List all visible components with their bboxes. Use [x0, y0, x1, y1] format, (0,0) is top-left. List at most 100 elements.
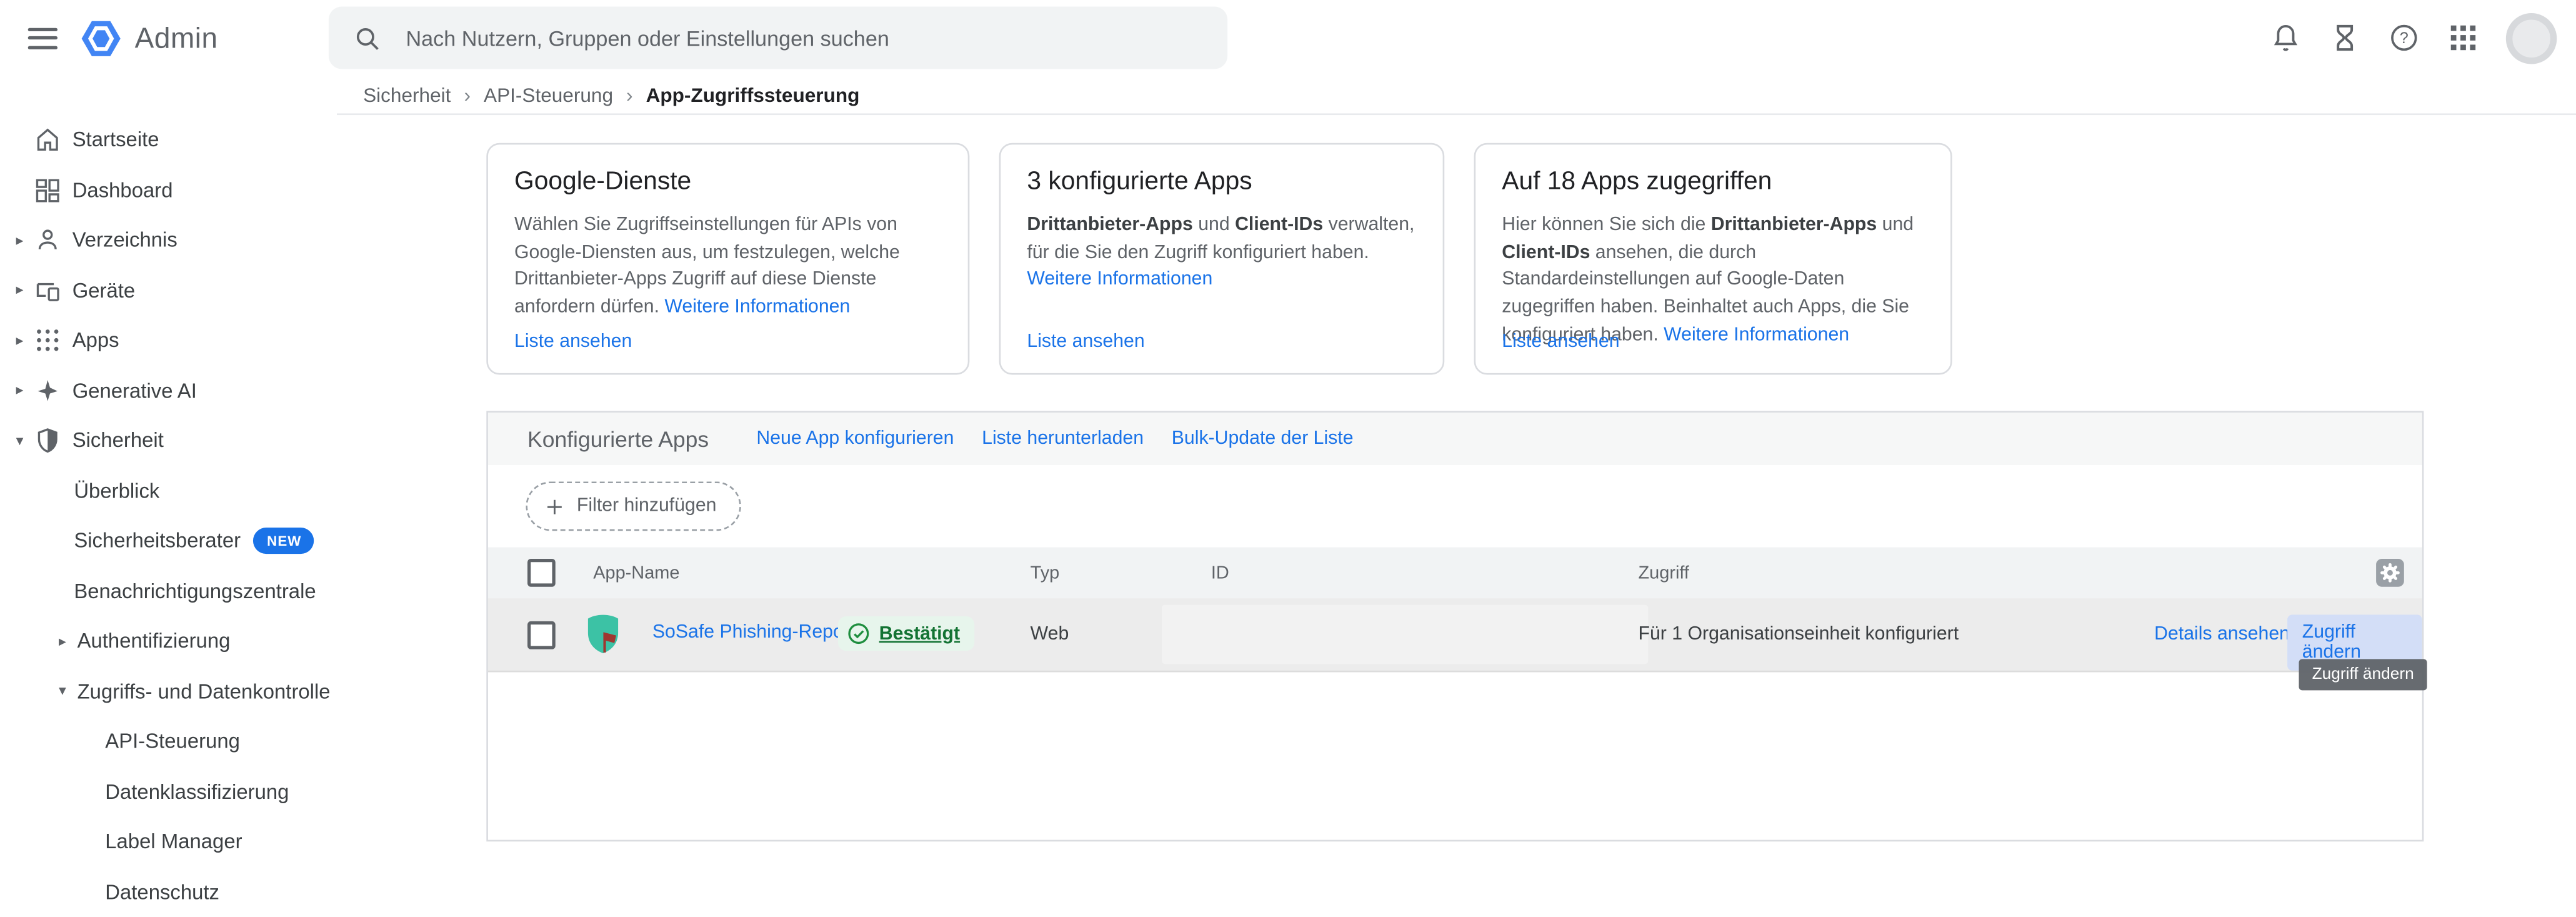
apps-icon	[33, 326, 62, 355]
top-app-bar: Admin	[0, 0, 2576, 76]
weitere-informationen-link[interactable]: Weitere Informationen	[664, 298, 850, 318]
sidebar-item-label-manager[interactable]: Label Manager	[0, 817, 337, 867]
sidebar-item-label: Benachrichtigungszentrale	[74, 580, 316, 603]
breadcrumb-separator: ›	[626, 83, 633, 106]
weitere-informationen-link[interactable]: Weitere Informationen	[1027, 270, 1212, 290]
plus-icon	[544, 496, 565, 517]
chevron-right-icon: ▸	[54, 633, 71, 651]
liste-ansehen-link[interactable]: Liste ansehen	[1502, 332, 1619, 352]
column-header-id: ID	[1211, 564, 1229, 584]
sidebar-item-zugriffs-und-datenkontrolle[interactable]: ▾ Zugriffs- und Datenkontrolle	[0, 666, 337, 716]
sidebar-item-generative-ai[interactable]: ▸ Generative AI	[0, 366, 337, 416]
neue-app-konfigurieren-link[interactable]: Neue App konfigurieren	[756, 429, 954, 449]
home-icon	[33, 125, 62, 154]
column-header-typ: Typ	[1031, 564, 1060, 584]
sidebar-item-startseite[interactable]: Startseite	[0, 115, 337, 165]
sidebar-item-label: Datenklassifizierung	[105, 780, 289, 803]
details-ansehen-link[interactable]: Details ansehen	[2154, 624, 2290, 644]
filter-row: Filter hinzufügen	[488, 465, 2422, 547]
sidebar-item-label: Authentifizierung	[77, 630, 231, 653]
sidebar-item-label: Geräte	[72, 279, 135, 302]
row-checkbox[interactable]	[527, 621, 556, 649]
select-all-checkbox[interactable]	[527, 559, 556, 587]
access-scope: Für 1 Organisationseinheit konfiguriert	[1639, 624, 1959, 644]
hourglass-icon[interactable]	[2329, 21, 2362, 54]
admin-logo[interactable]: Admin	[79, 16, 217, 60]
card-title: Google-Dienste	[514, 168, 942, 197]
summary-cards: Google-Dienste Wählen Sie Zugriffseinste…	[486, 143, 2576, 375]
sidebar-item-label: Startseite	[72, 129, 159, 152]
card-apps-zugegriffen: Auf 18 Apps zugegriffen Hier können Sie …	[1474, 143, 1952, 375]
topbar-actions: ?	[2269, 0, 2557, 76]
breadcrumb-separator: ›	[464, 83, 471, 106]
sidebar-item-datenklassifizierung[interactable]: Datenklassifizierung	[0, 767, 337, 817]
notifications-icon[interactable]	[2269, 21, 2302, 54]
chevron-right-icon: ▸	[11, 281, 27, 299]
gear-icon[interactable]	[2376, 559, 2404, 587]
weitere-informationen-link[interactable]: Weitere Informationen	[1664, 325, 1849, 345]
verified-check-icon	[846, 621, 871, 646]
breadcrumb-api-steuerung[interactable]: API-Steuerung	[484, 83, 613, 106]
liste-herunterladen-link[interactable]: Liste herunterladen	[982, 429, 1144, 449]
verified-badge[interactable]: Bestätigt	[838, 616, 975, 651]
configured-apps-table: Konfigurierte Apps Neue App konfiguriere…	[486, 411, 2424, 841]
table-header: App-Name Typ ID Zugriff	[488, 548, 2422, 599]
card-konfigurierte-apps: 3 konfigurierte Apps Drittanbieter-Apps …	[999, 143, 1445, 375]
page-title: App-Zugriffssteuerung	[646, 83, 860, 106]
sidebar-item-sicherheitsberater[interactable]: Sicherheitsberater NEW	[0, 516, 337, 566]
sidebar-item-label: Zugriffs- und Datenkontrolle	[77, 680, 331, 703]
product-name: Admin	[135, 21, 218, 55]
tooltip: Zugriff ändern	[2299, 659, 2427, 690]
chevron-down-icon: ▾	[11, 432, 27, 450]
sidebar-item-datenschutz[interactable]: Datenschutz	[0, 867, 337, 917]
search-icon	[353, 24, 381, 52]
column-header-zugriff: Zugriff	[1639, 564, 1689, 584]
chevron-right-icon: ▸	[11, 231, 27, 249]
sparkle-icon	[33, 376, 62, 405]
sidebar-item-label: API-Steuerung	[105, 730, 240, 753]
sidebar-item-benachrichtigungszentrale[interactable]: Benachrichtigungszentrale	[0, 566, 337, 616]
sidebar-item-geraete[interactable]: ▸ Geräte	[0, 266, 337, 316]
card-title: 3 konfigurierte Apps	[1027, 168, 1416, 197]
verified-label: Bestätigt	[879, 624, 960, 644]
card-google-dienste: Google-Dienste Wählen Sie Zugriffseinste…	[486, 143, 969, 375]
sidebar-item-apps[interactable]: ▸ Apps	[0, 316, 337, 366]
new-badge: NEW	[254, 528, 314, 554]
admin-hexagon-icon	[79, 16, 123, 60]
table-row: SoSafe Phishing-Reporting Bestätigt Web …	[488, 598, 2422, 672]
chevron-right-icon: ▸	[11, 331, 27, 349]
bulk-update-link[interactable]: Bulk-Update der Liste	[1172, 429, 1354, 449]
sidebar-item-label: Überblick	[74, 479, 159, 503]
sidebar-item-verzeichnis[interactable]: ▸ Verzeichnis	[0, 215, 337, 265]
add-filter-label: Filter hinzufügen	[577, 496, 717, 516]
sidebar-item-dashboard[interactable]: Dashboard	[0, 165, 337, 215]
liste-ansehen-link[interactable]: Liste ansehen	[514, 332, 632, 352]
sidebar-item-label: Apps	[72, 329, 119, 353]
sidebar-item-api-steuerung[interactable]: API-Steuerung	[0, 716, 337, 766]
sidebar-item-ueberblick[interactable]: Überblick	[0, 466, 337, 516]
search-input[interactable]	[402, 24, 1198, 52]
card-body: Hier können Sie sich die Drittanbieter-A…	[1502, 212, 1924, 349]
liste-ansehen-link[interactable]: Liste ansehen	[1027, 332, 1144, 352]
table-title: Konfigurierte Apps	[527, 426, 709, 451]
sidebar-item-authentifizierung[interactable]: ▸ Authentifizierung	[0, 616, 337, 666]
add-filter-button[interactable]: Filter hinzufügen	[526, 481, 741, 531]
devices-icon	[33, 276, 62, 305]
sidebar-item-label: Sicherheit	[72, 429, 164, 453]
chevron-right-icon: ▸	[11, 382, 27, 400]
breadcrumb-sicherheit[interactable]: Sicherheit	[363, 83, 451, 106]
sidebar-item-sicherheit[interactable]: ▾ Sicherheit	[0, 416, 337, 466]
menu-icon[interactable]	[28, 21, 57, 54]
shield-icon	[33, 426, 62, 456]
sidebar-item-label: Datenschutz	[105, 881, 219, 904]
svg-text:?: ?	[2400, 29, 2409, 47]
admin-console: Admin	[0, 0, 2576, 911]
apps-grid-icon[interactable]	[2447, 21, 2480, 54]
sidebar-item-label: Verzeichnis	[72, 229, 177, 252]
card-title: Auf 18 Apps zugegriffen	[1502, 168, 1924, 197]
nav-drawer: Startseite Dashboard ▸ Verz	[0, 76, 337, 917]
sidebar-item-label: Sicherheitsberater	[74, 529, 241, 553]
search-bar[interactable]	[329, 7, 1227, 69]
help-icon[interactable]: ?	[2388, 21, 2421, 54]
avatar[interactable]	[2506, 13, 2557, 64]
